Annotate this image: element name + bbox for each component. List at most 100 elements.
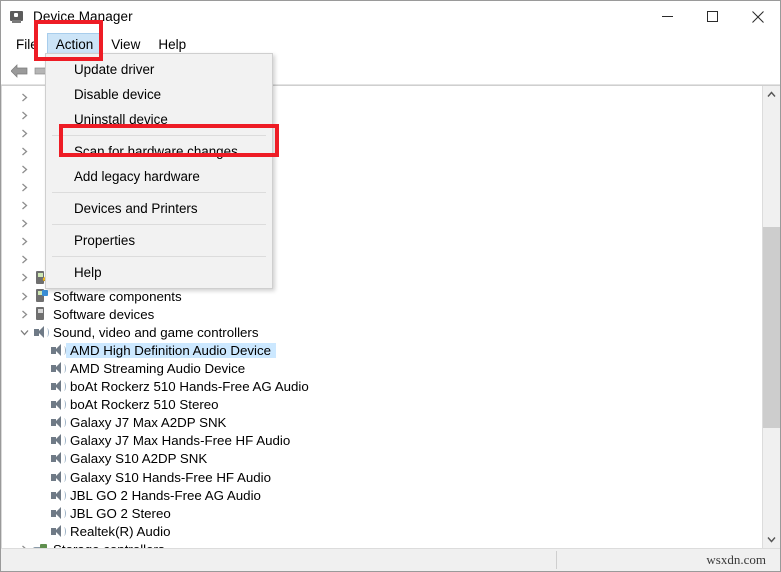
chevron-right-icon[interactable] bbox=[16, 201, 32, 210]
table-row[interactable]: Storage controllers bbox=[2, 540, 762, 548]
watermark: wsxdn.com bbox=[706, 552, 766, 567]
table-row[interactable]: AMD Streaming Audio Device bbox=[2, 359, 762, 377]
table-row[interactable]: JBL GO 2 Hands-Free AG Audio bbox=[2, 486, 762, 504]
vertical-scrollbar[interactable] bbox=[762, 86, 780, 548]
menu-item-disable-device[interactable]: Disable device bbox=[46, 82, 272, 107]
menu-item-scan-for-hardware-changes[interactable]: Scan for hardware changes bbox=[46, 139, 272, 164]
speaker-icon bbox=[49, 452, 66, 465]
chevron-down-icon[interactable] bbox=[16, 328, 32, 337]
menu-separator bbox=[52, 256, 266, 257]
menu-item-label: Update driver bbox=[74, 62, 155, 77]
menu-item-label: Properties bbox=[74, 233, 136, 248]
tree-item-label: JBL GO 2 Stereo bbox=[70, 505, 171, 521]
menu-item-label: Add legacy hardware bbox=[74, 169, 200, 184]
speaker-icon bbox=[49, 488, 66, 502]
speaker-icon bbox=[49, 434, 66, 447]
table-row[interactable]: Software components bbox=[2, 287, 762, 305]
menu-item-label: Scan for hardware changes bbox=[74, 144, 238, 159]
menu-item-devices-and-printers[interactable]: Devices and Printers bbox=[46, 196, 272, 221]
speaker-icon bbox=[50, 380, 66, 393]
title-bar: Device Manager bbox=[1, 1, 780, 32]
speaker-icon bbox=[49, 524, 66, 538]
menu-separator bbox=[52, 224, 266, 225]
device-manager-window: Device Manager File Action View Help Sof… bbox=[0, 0, 781, 572]
speaker-icon bbox=[50, 524, 66, 538]
menu-item-label: Disable device bbox=[74, 87, 162, 102]
back-arrow-icon[interactable] bbox=[8, 61, 30, 81]
speaker-icon bbox=[50, 361, 66, 375]
speaker-icon bbox=[50, 416, 66, 429]
status-divider bbox=[556, 551, 557, 569]
table-row[interactable]: Realtek(R) Audio bbox=[2, 522, 762, 540]
minimize-button[interactable] bbox=[645, 1, 690, 32]
chevron-right-icon[interactable] bbox=[16, 255, 32, 264]
chevron-right-icon[interactable] bbox=[16, 310, 32, 319]
scroll-down-button[interactable] bbox=[763, 531, 780, 548]
chevron-right-icon[interactable] bbox=[16, 129, 32, 138]
tree-item-label: Galaxy J7 Max A2DP SNK bbox=[70, 415, 227, 431]
tree-item-label: boAt Rockerz 510 Stereo bbox=[70, 397, 219, 413]
menu-item-update-driver[interactable]: Update driver bbox=[46, 57, 272, 82]
chevron-right-icon[interactable] bbox=[16, 147, 32, 156]
table-row[interactable]: boAt Rockerz 510 Hands-Free AG Audio bbox=[2, 378, 762, 396]
tree-item-label: JBL GO 2 Hands-Free AG Audio bbox=[70, 487, 261, 503]
chevron-right-icon[interactable] bbox=[16, 292, 32, 301]
chevron-right-icon[interactable] bbox=[16, 93, 32, 102]
speaker-icon bbox=[32, 325, 49, 339]
action-dropdown-menu[interactable]: Update driver Disable device Uninstall dev… bbox=[45, 53, 273, 289]
menu-item-label: Help bbox=[74, 265, 102, 280]
scroll-up-button[interactable] bbox=[763, 86, 780, 103]
tree-item-label: Galaxy S10 Hands-Free HF Audio bbox=[70, 469, 272, 485]
tree-item-label: Realtek(R) Audio bbox=[70, 523, 171, 539]
speaker-icon bbox=[49, 470, 66, 484]
tree-item-label: Sound, video and game controllers bbox=[53, 324, 259, 340]
table-row[interactable]: boAt Rockerz 510 Stereo bbox=[2, 396, 762, 414]
menu-item-properties[interactable]: Properties bbox=[46, 228, 272, 253]
table-row[interactable]: Sound, video and game controllers bbox=[2, 323, 762, 341]
window-controls bbox=[645, 1, 780, 32]
device-plain-icon bbox=[32, 307, 49, 321]
table-row[interactable]: Galaxy S10 A2DP SNK bbox=[2, 450, 762, 468]
speaker-icon bbox=[49, 398, 66, 411]
speaker-icon bbox=[50, 452, 66, 465]
speaker-icon bbox=[50, 343, 66, 357]
table-row[interactable]: Galaxy J7 Max Hands-Free HF Audio bbox=[2, 432, 762, 450]
maximize-button[interactable] bbox=[690, 1, 735, 32]
device-puzzle-icon bbox=[32, 289, 49, 303]
menu-file[interactable]: File bbox=[7, 33, 47, 57]
tree-item-label: Galaxy J7 Max Hands-Free HF Audio bbox=[70, 433, 291, 449]
chevron-right-icon[interactable] bbox=[16, 273, 32, 282]
speaker-icon bbox=[50, 470, 66, 484]
menu-item-add-legacy-hardware[interactable]: Add legacy hardware bbox=[46, 164, 272, 189]
table-row[interactable]: Galaxy S10 Hands-Free HF Audio bbox=[2, 468, 762, 486]
table-row[interactable]: Galaxy J7 Max A2DP SNK bbox=[2, 414, 762, 432]
menu-item-label: Uninstall device bbox=[74, 112, 168, 127]
speaker-icon bbox=[33, 325, 49, 339]
table-row[interactable]: Software devices bbox=[2, 305, 762, 323]
speaker-icon bbox=[49, 380, 66, 393]
menu-item-uninstall-device[interactable]: Uninstall device bbox=[46, 107, 272, 132]
speaker-icon bbox=[50, 488, 66, 502]
scrollbar-thumb[interactable] bbox=[763, 227, 780, 429]
tree-item-label: Software devices bbox=[53, 306, 155, 322]
tree-item-label: Software components bbox=[53, 288, 182, 304]
speaker-icon bbox=[50, 434, 66, 447]
menu-separator bbox=[52, 135, 266, 136]
menu-item-help[interactable]: Help bbox=[46, 260, 272, 285]
speaker-icon bbox=[49, 343, 66, 357]
menu-item-label: Devices and Printers bbox=[74, 201, 198, 216]
chevron-right-icon[interactable] bbox=[16, 165, 32, 174]
device-puzzle-icon bbox=[34, 289, 48, 303]
chevron-right-icon[interactable] bbox=[16, 237, 32, 246]
scrollbar-track[interactable] bbox=[763, 103, 780, 531]
speaker-icon bbox=[49, 506, 66, 520]
window-title: Device Manager bbox=[33, 9, 133, 24]
menu-separator bbox=[52, 192, 266, 193]
device-plain-icon bbox=[34, 307, 47, 321]
chevron-right-icon[interactable] bbox=[16, 219, 32, 228]
chevron-right-icon[interactable] bbox=[16, 111, 32, 120]
table-row[interactable]: AMD High Definition Audio Device bbox=[2, 341, 762, 359]
chevron-right-icon[interactable] bbox=[16, 183, 32, 192]
close-button[interactable] bbox=[735, 1, 780, 32]
table-row[interactable]: JBL GO 2 Stereo bbox=[2, 504, 762, 522]
